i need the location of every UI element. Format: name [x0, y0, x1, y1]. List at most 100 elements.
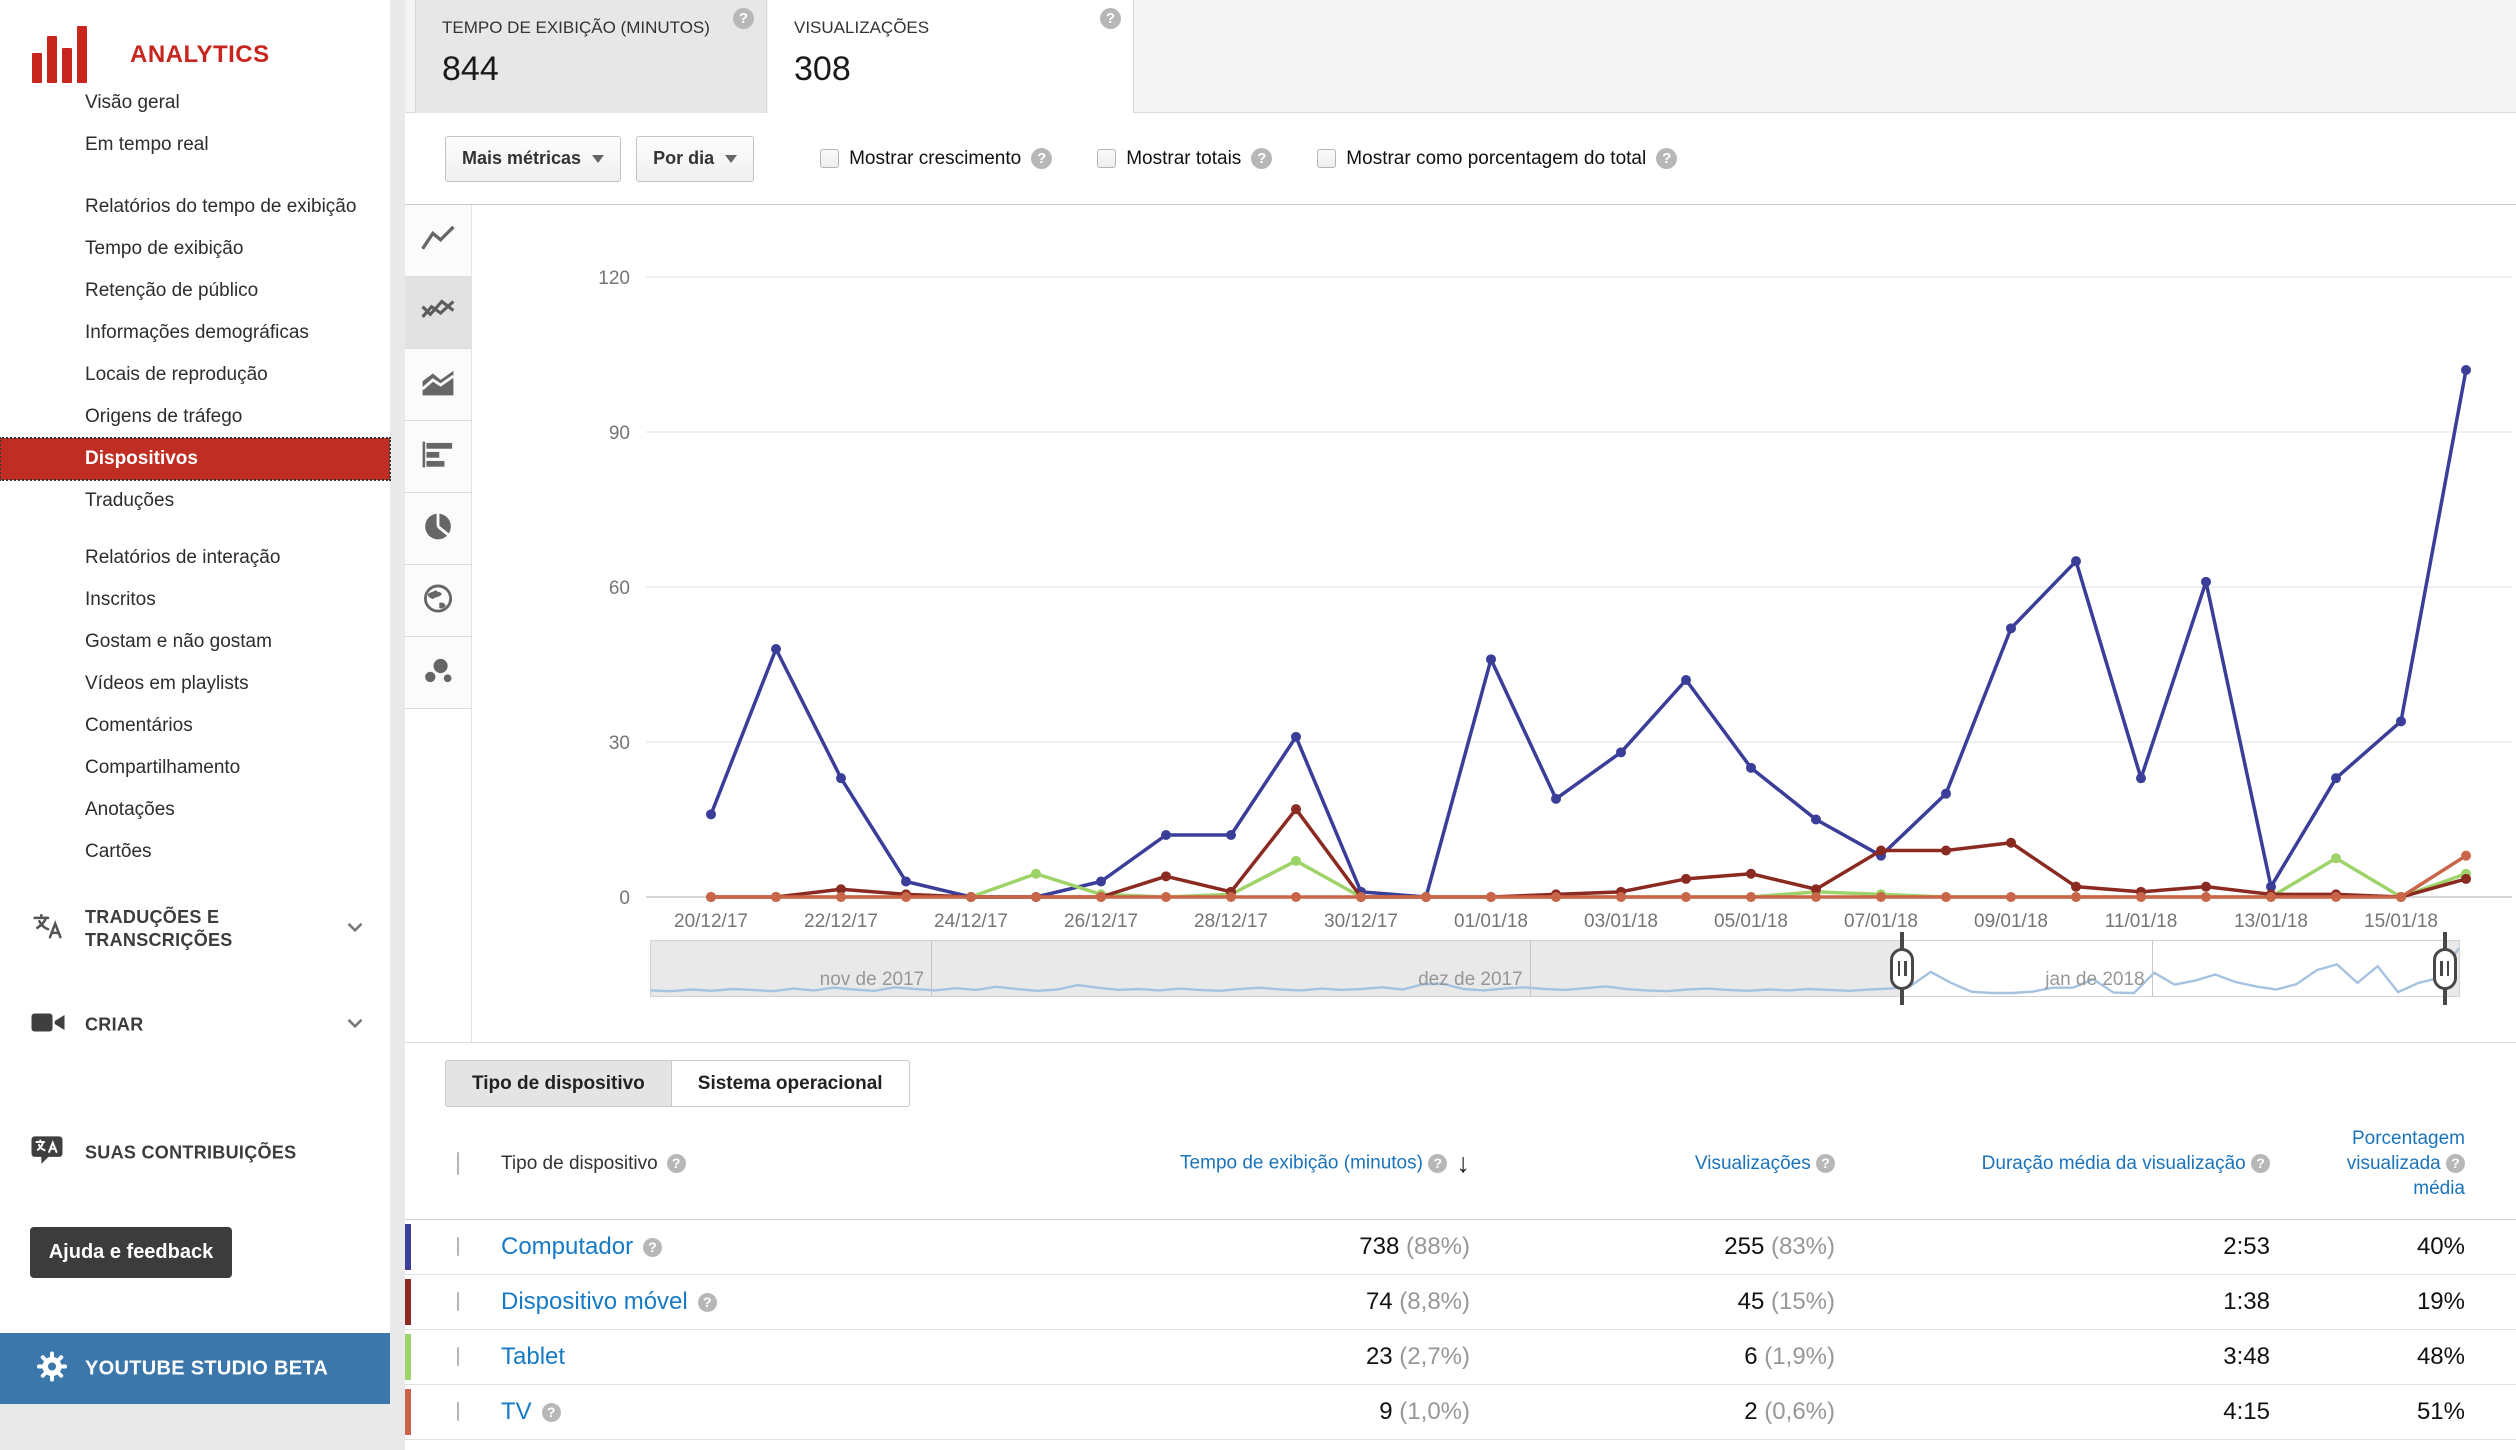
data-point[interactable] [1291, 732, 1301, 742]
data-point[interactable] [1746, 892, 1756, 902]
help-feedback-button[interactable]: Ajuda e feedback [30, 1227, 232, 1278]
rail-item-bar-chart[interactable] [405, 421, 471, 493]
sidebar-item-visao-geral[interactable]: Visão geral [0, 82, 390, 124]
data-point[interactable] [1226, 892, 1236, 902]
device-link-tablet[interactable]: Tablet [501, 1343, 965, 1371]
data-point[interactable] [706, 892, 716, 902]
device-link-tv[interactable]: TV? [501, 1398, 965, 1426]
data-point[interactable] [2006, 892, 2016, 902]
device-link-computador[interactable]: Computador? [501, 1233, 965, 1261]
scrubber-handle-right[interactable] [2443, 932, 2447, 1005]
sidebar-item-inscritos[interactable]: Inscritos [0, 579, 390, 621]
sidebar-item-relatorios-do-tempo-de-exibicao[interactable]: Relatórios do tempo de exibição [0, 186, 390, 228]
data-point[interactable] [2006, 623, 2016, 633]
scrubber-handle-left[interactable] [1900, 932, 1904, 1005]
sidebar-section-traducoes-e-transcricoes[interactable]: TRADUÇÕES E TRANSCRIÇÕES [0, 898, 390, 960]
rail-item-stacked-area-chart[interactable] [405, 349, 471, 421]
help-icon[interactable]: ? [698, 1293, 717, 1312]
column-header-avg-duration[interactable]: Duração média da visualização [1982, 1153, 2246, 1174]
timeline-scrubber[interactable]: nov de 2017dez de 2017jan de 2018 [650, 940, 2460, 997]
help-icon[interactable]: ? [643, 1238, 662, 1257]
data-point[interactable] [1161, 892, 1171, 902]
column-header-watch-time[interactable]: Tempo de exibição (minutos) [1180, 1153, 1423, 1174]
metric-tab-views[interactable]: VISUALIZAÇÕES 308 ? [768, 0, 1134, 113]
column-header-views[interactable]: Visualizações [1695, 1153, 1811, 1174]
data-point[interactable] [836, 773, 846, 783]
rail-item-line-chart[interactable] [405, 205, 471, 277]
metric-tab-watch-time[interactable]: TEMPO DE EXIBIÇÃO (MINUTOS) 844 ? [415, 0, 767, 113]
data-point[interactable] [2461, 874, 2471, 884]
data-point[interactable] [1681, 892, 1691, 902]
data-point[interactable] [1161, 830, 1171, 840]
data-point[interactable] [2201, 882, 2211, 892]
help-icon[interactable]: ? [1251, 148, 1272, 169]
data-point[interactable] [1746, 763, 1756, 773]
rail-item-bubble-chart[interactable] [405, 637, 471, 709]
data-point[interactable] [2461, 851, 2471, 861]
drag-grip-icon[interactable] [2433, 948, 2457, 990]
data-point[interactable] [2331, 853, 2341, 863]
data-point[interactable] [2396, 716, 2406, 726]
data-point[interactable] [1421, 892, 1431, 902]
data-point[interactable] [2136, 773, 2146, 783]
data-point[interactable] [1226, 830, 1236, 840]
data-point[interactable] [2461, 365, 2471, 375]
device-link-dispositivo-movel[interactable]: Dispositivo móvel? [501, 1288, 965, 1316]
data-point[interactable] [706, 809, 716, 819]
help-icon[interactable]: ? [1428, 1154, 1447, 1173]
data-point[interactable] [1811, 815, 1821, 825]
drag-grip-icon[interactable] [1890, 948, 1914, 990]
sidebar-item-compartilhamento[interactable]: Compartilhamento [0, 747, 390, 789]
help-icon[interactable]: ? [733, 8, 754, 29]
data-point[interactable] [1941, 789, 1951, 799]
rail-item-pie-chart[interactable] [405, 493, 471, 565]
sidebar-item-relatorios-de-interacao[interactable]: Relatórios de interação [0, 537, 390, 579]
select-all-checkbox[interactable] [457, 1152, 459, 1175]
data-point[interactable] [2071, 556, 2081, 566]
help-icon[interactable]: ? [1100, 8, 1121, 29]
sidebar-item-origens-de-trafego[interactable]: Origens de tráfego [0, 396, 390, 438]
data-point[interactable] [1291, 856, 1301, 866]
sidebar-item-traducoes[interactable]: Traduções [0, 480, 390, 522]
data-point[interactable] [1161, 871, 1171, 881]
data-point[interactable] [2331, 773, 2341, 783]
rail-item-multi-line-chart[interactable] [405, 277, 471, 349]
data-point[interactable] [2396, 892, 2406, 902]
data-point[interactable] [2331, 892, 2341, 902]
data-point[interactable] [2136, 892, 2146, 902]
row-checkbox[interactable] [457, 1402, 459, 1421]
data-point[interactable] [1876, 846, 1886, 856]
data-point[interactable] [1031, 869, 1041, 879]
data-point[interactable] [1681, 874, 1691, 884]
tab-tipo-de-dispositivo[interactable]: Tipo de dispositivo [445, 1060, 672, 1107]
data-point[interactable] [1616, 747, 1626, 757]
data-point[interactable] [2006, 838, 2016, 848]
sidebar-item-em-tempo-real[interactable]: Em tempo real [0, 124, 390, 166]
data-point[interactable] [1941, 846, 1951, 856]
data-point[interactable] [2071, 882, 2081, 892]
data-point[interactable] [1746, 869, 1756, 879]
data-point[interactable] [901, 877, 911, 887]
sidebar-item-informacoes-demograficas[interactable]: Informações demográficas [0, 312, 390, 354]
row-checkbox[interactable] [457, 1292, 459, 1311]
granularity-dropdown[interactable]: Por dia [636, 136, 754, 182]
data-point[interactable] [2266, 892, 2276, 902]
checkbox-mostrar-totais[interactable] [1097, 149, 1116, 168]
help-icon[interactable]: ? [2251, 1154, 2270, 1173]
sidebar-item-tempo-de-exibicao[interactable]: Tempo de exibição [0, 228, 390, 270]
help-icon[interactable]: ? [2446, 1154, 2465, 1173]
data-point[interactable] [1811, 892, 1821, 902]
sidebar-item-gostam-e-nao-gostam[interactable]: Gostam e não gostam [0, 621, 390, 663]
help-icon[interactable]: ? [542, 1403, 561, 1422]
sidebar-section-criar[interactable]: CRIAR [0, 998, 390, 1052]
data-point[interactable] [1096, 892, 1106, 902]
data-point[interactable] [771, 892, 781, 902]
analytics-logo[interactable]: ANALYTICS [32, 26, 270, 83]
data-point[interactable] [1681, 675, 1691, 685]
sidebar-item-anotacoes[interactable]: Anotações [0, 789, 390, 831]
row-checkbox[interactable] [457, 1347, 459, 1366]
help-icon[interactable]: ? [1656, 148, 1677, 169]
data-point[interactable] [1486, 654, 1496, 664]
help-icon[interactable]: ? [1816, 1154, 1835, 1173]
sidebar-item-comentarios[interactable]: Comentários [0, 705, 390, 747]
